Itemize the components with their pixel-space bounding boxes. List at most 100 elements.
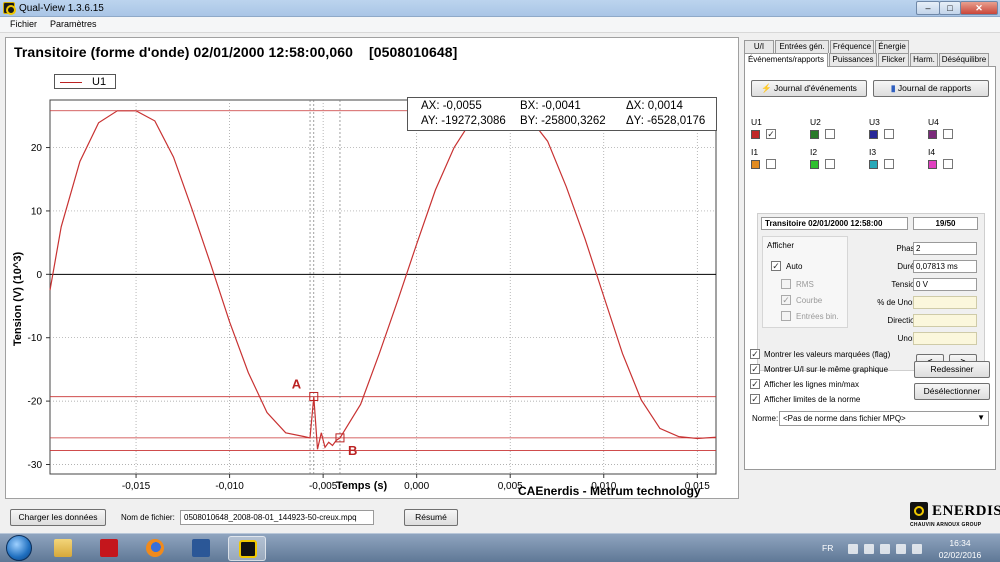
- check-limites-norme-label: Afficher limites de la norme: [764, 395, 861, 404]
- tray-flag-icon[interactable]: [864, 544, 874, 554]
- channel-checkbox-i4[interactable]: [943, 159, 953, 169]
- start-button[interactable]: [6, 535, 32, 561]
- x-tick-label: 0,000: [404, 481, 429, 492]
- checkbox-meme-graphique[interactable]: ✓: [750, 364, 760, 374]
- tray-volume-icon[interactable]: [912, 544, 922, 554]
- channel-color-i1: [751, 160, 760, 169]
- checkbox-auto[interactable]: ✓: [771, 261, 781, 271]
- measure-dy: ΔY: -6528,0176: [626, 115, 706, 127]
- taskbar-firefox[interactable]: [136, 536, 174, 561]
- channel-color-i4: [928, 160, 937, 169]
- phase-label: Phase: [896, 244, 919, 253]
- y-tick-label: -10: [28, 333, 43, 344]
- checkbox-limites-norme[interactable]: ✓: [750, 394, 760, 404]
- tab-ui[interactable]: U/I: [744, 40, 774, 53]
- deselectionner-button[interactable]: Désélectionner: [914, 383, 990, 400]
- duree-field[interactable]: 0,07813 ms: [913, 260, 977, 273]
- menu-bar: Fichier Paramètres: [0, 17, 1000, 33]
- tray-network-icon[interactable]: [896, 544, 906, 554]
- tab-desequilibre[interactable]: Déséquilibre: [939, 53, 989, 66]
- taskbar-explorer[interactable]: [44, 536, 82, 561]
- phase-field[interactable]: 2: [913, 242, 977, 255]
- menu-fichier[interactable]: Fichier: [10, 19, 37, 29]
- channel-label-u2: U2: [810, 117, 821, 127]
- legend-line-u1: [60, 82, 82, 83]
- measure-ax: AX: -0,0055: [421, 100, 482, 112]
- checkbox-rms[interactable]: [781, 279, 791, 289]
- taskbar-qualview[interactable]: [228, 536, 266, 561]
- tab-harm[interactable]: Harm.: [910, 53, 938, 66]
- tab-evenements-rapports[interactable]: Événements/rapports: [744, 53, 828, 67]
- taskbar-pdf-reader[interactable]: [90, 536, 128, 561]
- channel-checkbox-i3[interactable]: [884, 159, 894, 169]
- channel-checkbox-u4[interactable]: [943, 129, 953, 139]
- enerdis-logo: ENERDIS CHAUVIN ARNOUX GROUP: [908, 500, 1000, 530]
- tab-frequence[interactable]: Fréquence: [830, 40, 874, 53]
- filename-field[interactable]: 0508010648_2008-08-01_144923-50-creux.mp…: [180, 510, 374, 525]
- checkbox-courbe[interactable]: ✓: [781, 295, 791, 305]
- channel-checkbox-i2[interactable]: [825, 159, 835, 169]
- waveform-plot-panel: Transitoire (forme d'onde) 02/01/2000 12…: [5, 37, 739, 499]
- tab-puissances[interactable]: Puissances: [829, 53, 877, 66]
- measure-bx: BX: -0,0041: [520, 100, 581, 112]
- tab-flicker[interactable]: Flicker: [878, 53, 909, 66]
- close-button[interactable]: ✕: [960, 1, 998, 15]
- y-tick-label: 0: [36, 270, 42, 281]
- unom-pct-label: % de Unom: [877, 298, 919, 307]
- y-tick-label: -20: [28, 397, 43, 408]
- firefox-icon: [146, 539, 164, 557]
- cursor-measure-box: AX: -0,0055 BX: -0,0041 ΔX: 0,0014 AY: -…: [407, 97, 717, 131]
- events-tab-body: ⚡ Journal d'événements ▮ Journal de rapp…: [744, 66, 996, 470]
- checkbox-valeurs-marquees[interactable]: ✓: [750, 349, 760, 359]
- checkbox-entrees-bin[interactable]: [781, 311, 791, 321]
- event-info-box: Transitoire 02/01/2000 12:58:00 19/50 Af…: [757, 213, 985, 371]
- journal-rapports-button[interactable]: ▮ Journal de rapports: [873, 80, 989, 97]
- qualview-icon: [239, 540, 257, 558]
- norme-select[interactable]: <Pas de norme dans fichier MPQ> ▼: [779, 411, 989, 426]
- channel-checkbox-u2[interactable]: [825, 129, 835, 139]
- check-meme-graphique-label: Montrer U/I sur le même graphique: [764, 365, 889, 374]
- clock-time[interactable]: 16:34: [936, 538, 984, 548]
- tray-app-icon[interactable]: [880, 544, 890, 554]
- resume-button[interactable]: Résumé: [404, 509, 458, 526]
- channel-label-u4: U4: [928, 117, 939, 127]
- channel-checkbox-i1[interactable]: [766, 159, 776, 169]
- check-valeurs-marquees-label: Montrer les valeurs marquées (flag): [764, 350, 891, 359]
- opt-entrees-label: Entrées bin.: [796, 312, 839, 321]
- tray-up-arrow-icon[interactable]: [848, 544, 858, 554]
- opt-courbe-label: Courbe: [796, 296, 823, 305]
- channel-checkbox-u1[interactable]: ✓: [766, 129, 776, 139]
- clock-date[interactable]: 02/02/2016: [936, 550, 984, 560]
- charger-donnees-button[interactable]: Charger les données: [10, 509, 106, 526]
- y-axis-label: Tension (V) (10^3): [12, 251, 24, 347]
- opt-auto-label: Auto: [786, 262, 803, 271]
- journal-evenements-button[interactable]: ⚡ Journal d'événements: [751, 80, 867, 97]
- unom-label: Unom: [897, 334, 919, 343]
- menu-parametres[interactable]: Paramètres: [50, 19, 97, 29]
- tab-entrees-gen[interactable]: Entrées gén.: [775, 40, 829, 53]
- tension-label: Tension: [891, 280, 919, 289]
- event-counter: 19/50: [913, 217, 978, 230]
- y-tick-label: -30: [28, 460, 43, 471]
- norme-label: Norme:: [752, 414, 779, 423]
- channel-checkbox-u3[interactable]: [884, 129, 894, 139]
- afficher-group: Afficher ✓ Auto RMS ✓ Courbe Entrées bin…: [762, 236, 848, 328]
- measure-by: BY: -25800,3262: [520, 115, 606, 127]
- tension-field[interactable]: 0 V: [913, 278, 977, 291]
- checkbox-lignes-minmax[interactable]: ✓: [750, 379, 760, 389]
- redessiner-button[interactable]: Redessiner: [914, 361, 990, 378]
- x-tick-label: -0,010: [215, 481, 244, 492]
- language-indicator[interactable]: FR: [822, 543, 833, 553]
- tab-energie[interactable]: Énergie: [875, 40, 909, 53]
- legend-label-u1: U1: [92, 76, 107, 88]
- maximize-button[interactable]: □: [939, 1, 961, 15]
- channel-label-i4: I4: [928, 147, 936, 157]
- direction-field: [913, 314, 977, 327]
- opt-rms-label: RMS: [796, 280, 814, 289]
- x-tick-label: -0,015: [122, 481, 151, 492]
- minimize-button[interactable]: –: [916, 1, 940, 15]
- brand-text: CAEnerdis - Metrum technology: [518, 484, 701, 498]
- taskbar-word[interactable]: [182, 536, 220, 561]
- norme-select-value: <Pas de norme dans fichier MPQ>: [783, 414, 906, 423]
- windows-taskbar: FR 16:34 02/02/2016: [0, 533, 1000, 562]
